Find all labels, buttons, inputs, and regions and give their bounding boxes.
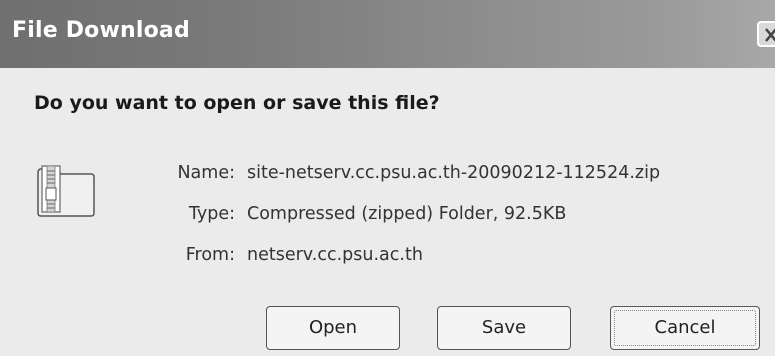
open-button[interactable]: Open [266,306,400,350]
zip-folder-icon [35,161,97,219]
name-label: Name: [177,163,235,183]
from-label: From: [185,245,235,265]
close-button[interactable] [757,21,775,47]
title-bar[interactable]: File Download [0,0,775,68]
dialog-body: Do you want to open or save this file? N… [0,68,775,356]
dialog-question: Do you want to open or save this file? [34,92,440,114]
cancel-button[interactable]: Cancel [610,306,760,350]
type-value: Compressed (zipped) Folder, 92.5KB [247,204,567,224]
file-download-dialog: File Download Do you want to open or sav… [0,0,775,356]
from-value: netserv.cc.psu.ac.th [247,245,423,265]
save-button[interactable]: Save [437,306,571,350]
close-icon [765,28,775,42]
type-label: Type: [188,204,235,224]
name-value: site-netserv.cc.psu.ac.th-20090212-11252… [247,163,661,183]
window-title: File Download [12,18,190,43]
